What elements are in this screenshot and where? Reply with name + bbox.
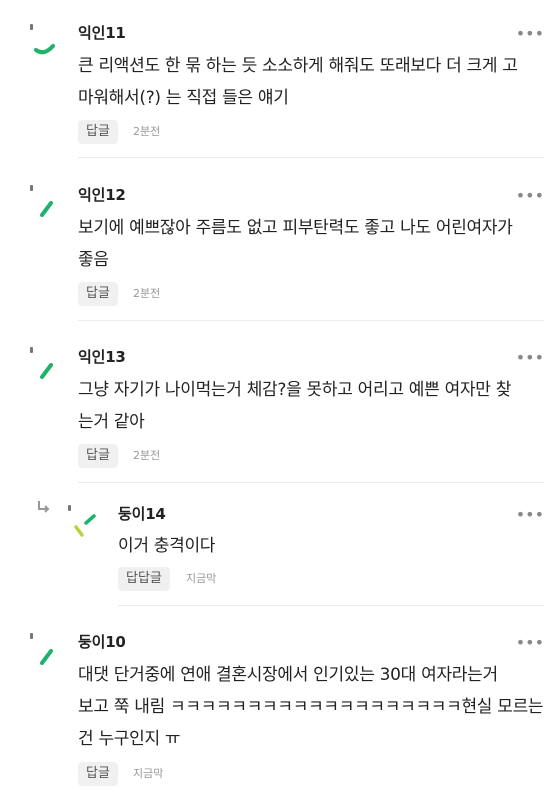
reply-button[interactable]: 답글 bbox=[78, 120, 118, 144]
comment-author[interactable]: 둥이10 bbox=[78, 631, 126, 652]
reply-button[interactable]: 답글 bbox=[78, 282, 118, 306]
comment-text-line: 보기에 예쁘잖아 주름도 없고 피부탄력도 좋고 나도 어린여자가 bbox=[78, 218, 513, 238]
comment-item: 익인11 ••• 큰 리액션도 한 묶 하는 듯 소소하게 해줘도 또래보다 더… bbox=[0, 0, 558, 158]
comment-author[interactable]: 익인13 bbox=[78, 346, 126, 367]
avatar[interactable] bbox=[68, 505, 104, 545]
more-horizontal-icon[interactable]: ••• bbox=[516, 188, 544, 204]
comment-text-line: 좋음 bbox=[78, 250, 109, 270]
more-horizontal-icon[interactable]: ••• bbox=[516, 26, 544, 42]
comment-text-line: 이거 충격이다 bbox=[118, 536, 216, 556]
avatar[interactable] bbox=[30, 347, 66, 387]
divider bbox=[78, 320, 544, 321]
avatar-mark bbox=[40, 201, 53, 217]
avatar-mark bbox=[34, 44, 55, 55]
more-horizontal-icon[interactable]: ••• bbox=[516, 507, 544, 523]
more-horizontal-icon[interactable]: ••• bbox=[516, 635, 544, 651]
comment-text-line: 는거 같아 bbox=[78, 412, 145, 432]
comment-author[interactable]: 익인11 bbox=[78, 22, 126, 43]
comment-text-line: 그냥 자기가 나이먹는거 체감?을 못하고 어리고 예쁜 여자만 찾 bbox=[78, 380, 512, 400]
avatar-mark bbox=[74, 514, 96, 537]
avatar[interactable] bbox=[30, 633, 66, 673]
avatar[interactable] bbox=[30, 24, 66, 64]
comment-text-line: 대댓 단거중에 연애 결혼시장에서 인기있는 30대 여자라는거 bbox=[78, 665, 498, 685]
comment-time: 지금막 bbox=[133, 767, 164, 780]
comment-time: 2분전 bbox=[133, 287, 161, 300]
reply-button[interactable]: 답답글 bbox=[118, 567, 170, 591]
comment-time: 2분전 bbox=[133, 125, 161, 138]
reply-button[interactable]: 답글 bbox=[78, 762, 118, 786]
comment-text-line: 마워해서(?) 는 직접 들은 얘기 bbox=[78, 88, 289, 108]
comment-author[interactable]: 둥이14 bbox=[118, 503, 166, 524]
divider bbox=[118, 605, 544, 606]
avatar-mark bbox=[40, 363, 53, 379]
comment-text-line: 건 누구인지 ㅠ bbox=[78, 729, 181, 749]
comment-time: 지금막 bbox=[186, 572, 217, 585]
comment-time: 2분전 bbox=[133, 449, 161, 462]
comment-text-line: 큰 리액션도 한 묶 하는 듯 소소하게 해줘도 또래보다 더 크게 고 bbox=[78, 56, 518, 76]
comment-author[interactable]: 익인12 bbox=[78, 184, 126, 205]
reply-arrow-icon bbox=[36, 499, 52, 519]
avatar-mark bbox=[40, 649, 53, 665]
reply-button[interactable]: 답글 bbox=[78, 444, 118, 468]
comment-text-line: 보고 쭉 내림 ㅋㅋㅋㅋㅋㅋㅋㅋㅋㅋㅋㅋㅋㅋㅋㅋㅋㅋㅋ현실 모르는 bbox=[78, 697, 544, 717]
more-horizontal-icon[interactable]: ••• bbox=[516, 350, 544, 366]
divider bbox=[78, 157, 544, 158]
avatar[interactable] bbox=[30, 185, 66, 225]
divider bbox=[78, 482, 544, 483]
